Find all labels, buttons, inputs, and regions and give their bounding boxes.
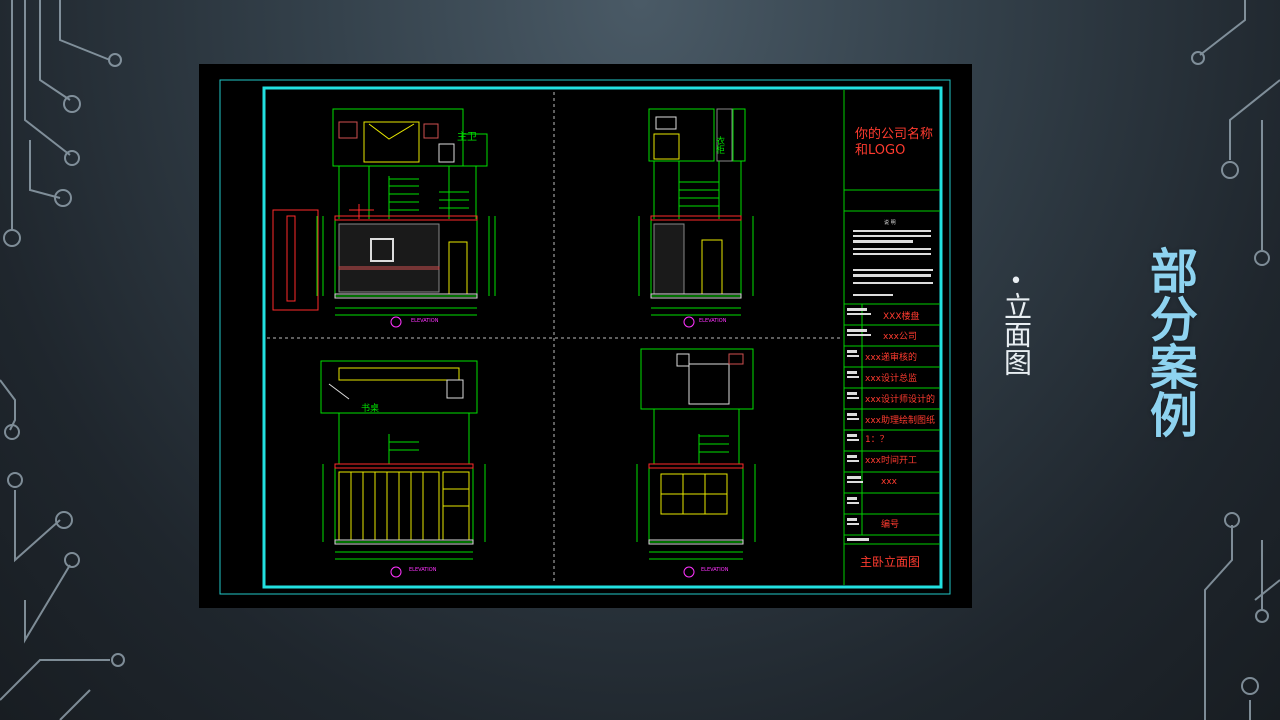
- sheet-title: 主卧立面图: [860, 554, 920, 569]
- tb-row-6: xxx助理绘制图纸: [865, 414, 935, 426]
- tb-row-5: xxx设计师设计的: [865, 393, 935, 405]
- elevation-label-c: ELEVATION: [409, 567, 437, 573]
- room-label-a: 主卫: [457, 131, 477, 143]
- tb-row-2: xxx公司: [883, 331, 917, 342]
- tb-row-7: 1：？: [865, 435, 889, 445]
- tb-row-3: xxx递审核的: [865, 351, 917, 363]
- cad-drawing: 你的公司名称 和LOGO 说 明 XXX楼盘 xxx公司 xxx递审核的 xxx…: [199, 64, 972, 608]
- room-label-c: 书桌: [361, 402, 379, 414]
- tb-row-1: XXX楼盘: [883, 310, 920, 322]
- elevation-label-a: ELEVATION: [411, 318, 439, 324]
- company-name-line2: 和LOGO: [855, 143, 905, 158]
- tb-row-9: xxx: [881, 477, 898, 487]
- bullet-dot: •: [1009, 269, 1023, 294]
- room-label-b: 衣柜: [714, 135, 725, 155]
- notes-title: 说 明: [884, 219, 896, 226]
- company-name-line1: 你的公司名称: [855, 126, 933, 142]
- slide-title: 部分案例: [1141, 246, 1197, 438]
- elevation-label-b: ELEVATION: [699, 318, 727, 324]
- tb-row-11: 编号: [881, 518, 899, 530]
- bullet-list: • 立面图: [996, 269, 1036, 377]
- bullet-text: 立面图: [1000, 292, 1033, 376]
- elevation-label-d: ELEVATION: [701, 567, 729, 573]
- tb-row-8: xxx时间开工: [865, 454, 917, 466]
- cad-drawing-svg: 你的公司名称 和LOGO 说 明 XXX楼盘 xxx公司 xxx递审核的 xxx…: [219, 79, 951, 595]
- tb-row-4: xxx设计总监: [865, 372, 917, 384]
